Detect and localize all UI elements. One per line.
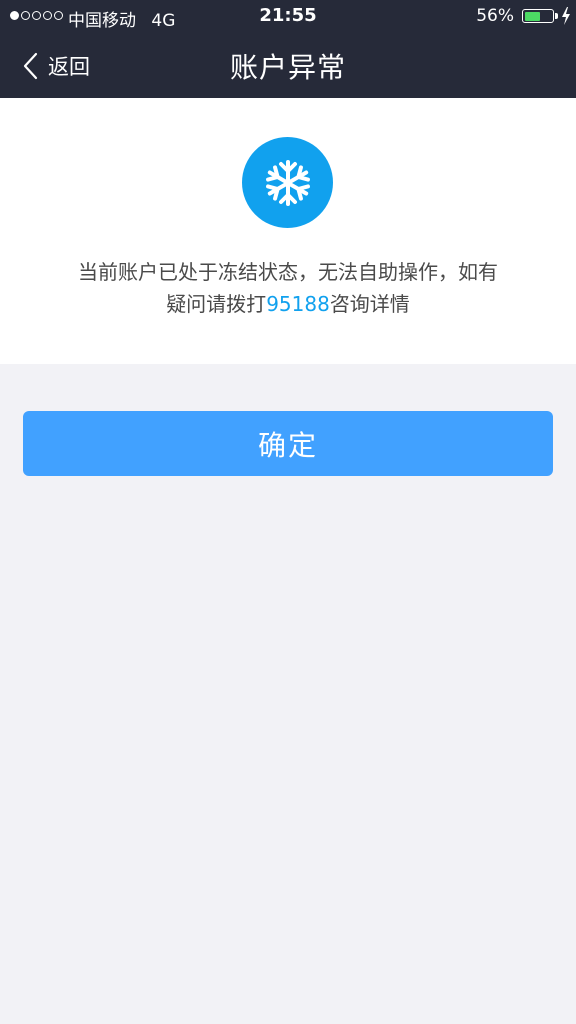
notice-card: 当前账户已处于冻结状态，无法自助操作，如有 疑问请拨打95188咨询详情: [0, 98, 576, 364]
hotline-number[interactable]: 95188: [266, 292, 330, 316]
navigation-bar: 返回 账户异常: [0, 32, 576, 98]
battery-fill: [524, 11, 540, 21]
message-prefix: 疑问请拨打: [166, 292, 267, 316]
message-line-1: 当前账户已处于冻结状态，无法自助操作，如有: [78, 260, 498, 284]
frozen-status-badge: [242, 137, 333, 228]
snowflake-icon: [265, 159, 310, 206]
message-line-2: 疑问请拨打95188咨询详情: [40, 288, 536, 320]
charging-bolt-icon: [562, 7, 570, 25]
battery-icon: [522, 9, 554, 23]
status-bar: 中国移动 4G 21:55 56%: [0, 0, 576, 32]
battery-percent: 56%: [476, 6, 514, 26]
message-suffix: 咨询详情: [329, 292, 410, 316]
confirm-button[interactable]: 确定: [23, 411, 553, 476]
page-title: 账户异常: [229, 51, 346, 84]
battery-tip: [555, 13, 558, 19]
frozen-account-message: 当前账户已处于冻结状态，无法自助操作，如有 疑问请拨打95188咨询详情: [40, 256, 536, 320]
header: 中国移动 4G 21:55 56% 返回 账户异常: [0, 0, 576, 98]
